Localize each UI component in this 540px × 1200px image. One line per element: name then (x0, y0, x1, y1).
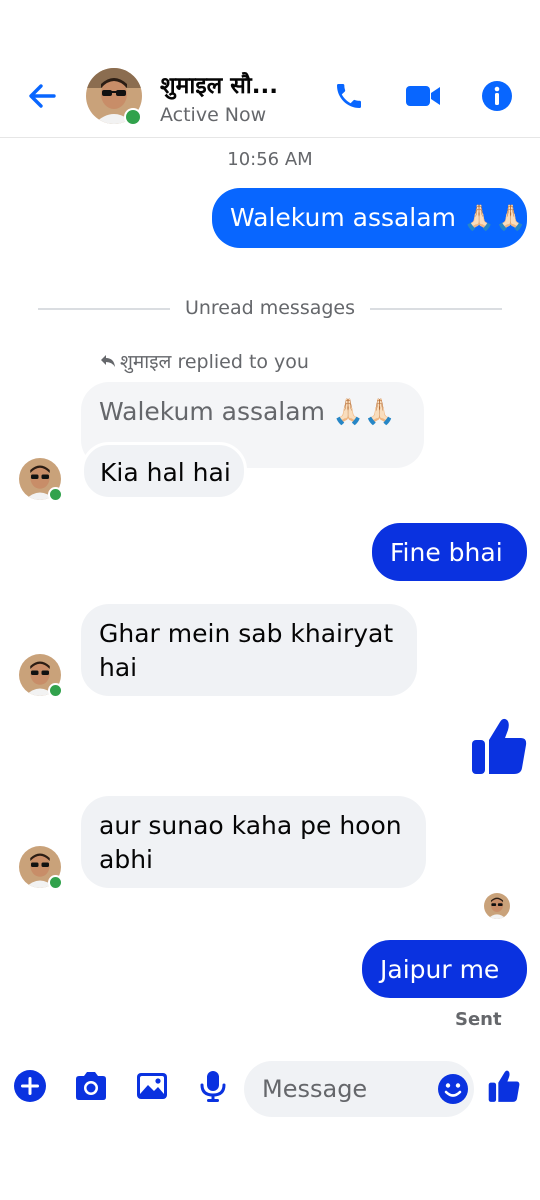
thumbs-up-message[interactable] (470, 716, 528, 776)
video-camera-icon (406, 86, 440, 106)
online-indicator (48, 875, 63, 890)
outgoing-message[interactable]: Walekum assalam 🙏🏻🙏🏻 (212, 188, 527, 248)
emoji-button[interactable] (436, 1072, 470, 1106)
microphone-icon (200, 1071, 226, 1102)
plus-icon (14, 1070, 46, 1102)
send-like-button[interactable] (484, 1066, 524, 1106)
smiley-icon (438, 1074, 468, 1104)
voice-message-button[interactable] (193, 1066, 233, 1106)
chat-header: शुमाइल सौ... Active Now (0, 0, 540, 138)
active-status: Active Now (160, 104, 267, 126)
reply-indicator: शुमाइल replied to you (100, 348, 309, 374)
camera-button[interactable] (71, 1066, 111, 1106)
arrow-left-icon (29, 84, 56, 108)
online-indicator (48, 683, 63, 698)
incoming-message[interactable]: aur sunao kaha pe hoon abhi (81, 796, 426, 888)
incoming-message[interactable]: Ghar mein sab khairyat hai (81, 604, 417, 696)
thumbs-up-icon (472, 718, 527, 774)
incoming-message[interactable]: Kia hal hai (81, 442, 247, 500)
video-call-button[interactable] (405, 78, 441, 114)
conversation-info-button[interactable] (479, 78, 515, 114)
online-indicator (48, 487, 63, 502)
image-icon (137, 1073, 167, 1099)
contact-name[interactable]: शुमाइल सौ... (160, 68, 278, 100)
camera-icon (76, 1072, 106, 1100)
thumbs-up-icon (488, 1070, 520, 1102)
info-icon (482, 81, 512, 111)
reply-arrow-icon (100, 351, 116, 373)
message-timestamp: 10:56 AM (227, 149, 313, 170)
divider-line (370, 308, 502, 310)
phone-icon (337, 84, 361, 108)
outgoing-message[interactable]: Jaipur me (362, 940, 527, 998)
gallery-button[interactable] (132, 1066, 172, 1106)
voice-call-button[interactable] (331, 78, 367, 114)
outgoing-message[interactable]: Fine bhai (372, 523, 527, 581)
more-actions-button[interactable] (10, 1066, 50, 1106)
reply-note-text: शुमाइल replied to you (120, 351, 309, 373)
delivery-status: Sent (455, 1009, 502, 1030)
back-button[interactable] (24, 78, 60, 114)
online-indicator (124, 108, 142, 126)
seen-by-avatar (484, 893, 510, 919)
